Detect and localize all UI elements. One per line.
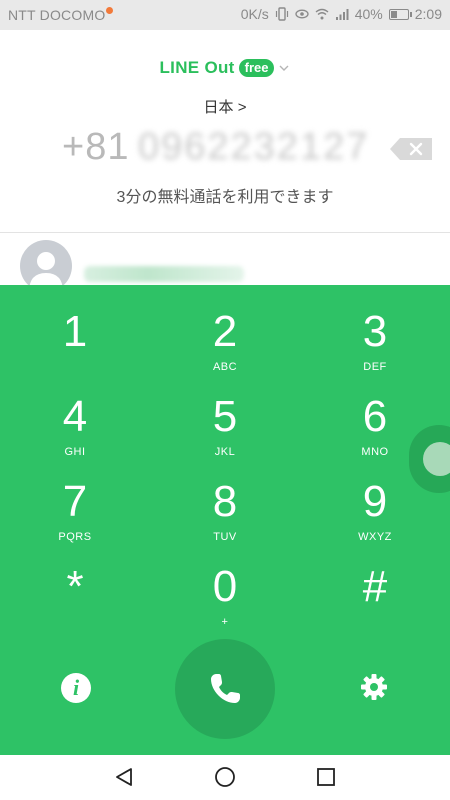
- key-3[interactable]: 3 DEF: [315, 305, 435, 389]
- service-switcher[interactable]: LINE Out free: [0, 58, 450, 78]
- contact-name-blurred: [84, 266, 244, 282]
- key-digit: 4: [62, 392, 88, 441]
- key-letters: JKL: [214, 446, 236, 458]
- key-digit: 7: [62, 477, 88, 526]
- key-digit: 1: [62, 307, 88, 356]
- key-letters: +: [221, 616, 229, 628]
- key-digit: 9: [362, 477, 388, 526]
- call-button[interactable]: [175, 639, 275, 739]
- backspace-button[interactable]: [390, 138, 432, 160]
- vibrate-icon: [275, 7, 289, 21]
- divider: [0, 232, 450, 233]
- phone-icon: [211, 674, 240, 703]
- status-icons: 0K/s 40% 2:09: [241, 6, 442, 22]
- key-digit: 8: [212, 477, 238, 526]
- key-2[interactable]: 2 ABC: [165, 305, 285, 389]
- chevron-down-icon: [279, 65, 289, 71]
- key-hash[interactable]: #: [315, 560, 435, 644]
- key-1[interactable]: 1: [15, 305, 135, 389]
- carrier-label: NTT DOCOMO: [8, 7, 106, 23]
- info-button[interactable]: i: [61, 673, 91, 703]
- dial-keypad: 1 2 ABC 3 DEF 4 GHI 5 JKL 6 MNO 7 PQRS 8…: [0, 285, 450, 755]
- phone-number-display: +81 0962232127: [0, 122, 450, 172]
- clock: 2:09: [414, 6, 442, 22]
- eye-icon: [295, 7, 309, 21]
- key-letters: TUV: [213, 531, 237, 543]
- key-digit: 0: [212, 562, 238, 611]
- key-8[interactable]: 8 TUV: [165, 475, 285, 559]
- recents-button[interactable]: [314, 765, 338, 789]
- key-digit: *: [66, 562, 84, 611]
- key-letters: DEF: [363, 361, 387, 373]
- key-digit: #: [362, 562, 388, 611]
- free-badge: free: [238, 59, 275, 77]
- key-star[interactable]: *: [15, 560, 135, 644]
- key-digit: 5: [212, 392, 238, 441]
- signal-icon: [335, 7, 349, 21]
- key-digit: 3: [362, 307, 388, 356]
- phone-number: 0962232127: [138, 126, 370, 168]
- battery-fill: [390, 10, 397, 18]
- notification-dot-icon: [106, 7, 114, 14]
- battery-percent: 40%: [354, 6, 383, 22]
- battery-icon: [388, 8, 412, 20]
- home-button[interactable]: [213, 765, 237, 789]
- carrier: NTT DOCOMO: [8, 7, 114, 23]
- back-button[interactable]: [112, 765, 136, 789]
- country-selector[interactable]: 日本 >: [0, 96, 450, 117]
- status-bar: NTT DOCOMO 0K/s 40% 2:09: [0, 0, 450, 30]
- settings-button[interactable]: [358, 671, 390, 703]
- brand-name: LINE Out: [159, 58, 235, 77]
- key-5[interactable]: 5 JKL: [165, 390, 285, 474]
- key-0[interactable]: 0 +: [165, 560, 285, 644]
- side-handle-knob: [423, 442, 450, 476]
- key-9[interactable]: 9 WXYZ: [315, 475, 435, 559]
- key-letters: WXYZ: [358, 531, 392, 543]
- network-speed: 0K/s: [240, 6, 269, 22]
- country-code: +81: [62, 126, 130, 168]
- free-call-notice: 3分の無料通話を利用できます: [116, 189, 334, 206]
- wifi-icon: [315, 7, 329, 21]
- key-7[interactable]: 7 PQRS: [15, 475, 135, 559]
- system-nav-bar: [0, 755, 450, 800]
- key-letters: ABC: [212, 361, 238, 373]
- key-4[interactable]: 4 GHI: [15, 390, 135, 474]
- key-letters: GHI: [64, 446, 86, 458]
- key-digit: 2: [212, 307, 238, 356]
- key-letters: PQRS: [58, 531, 92, 543]
